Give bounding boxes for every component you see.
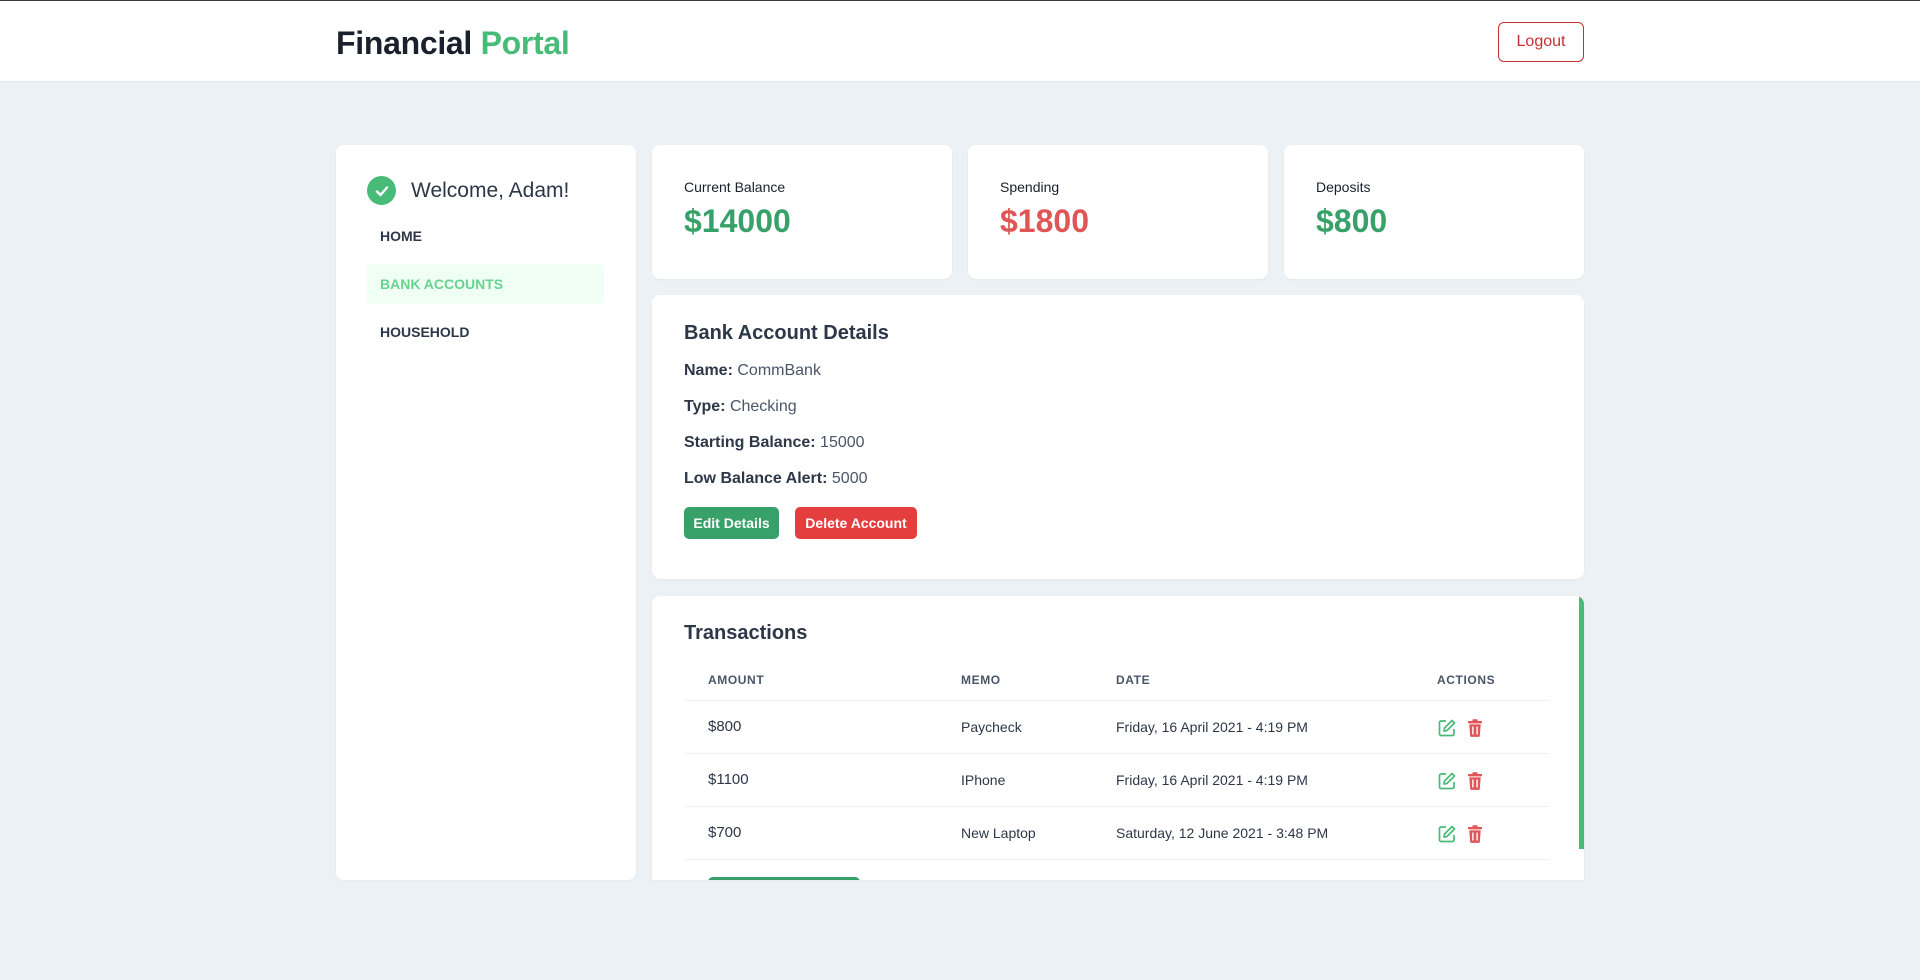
transaction-memo: New Laptop <box>961 825 1036 841</box>
logout-button[interactable]: Logout <box>1498 22 1584 62</box>
section-title: Bank Account Details <box>684 322 889 344</box>
stat-value: $800 <box>1316 203 1388 239</box>
transaction-amount: $1100 <box>708 771 749 788</box>
stat-label: Spending <box>1000 179 1060 195</box>
sidebar-item-home[interactable]: HOME <box>367 216 604 256</box>
bank-account-details-card: Bank Account Details Name: CommBank Type… <box>652 295 1584 579</box>
sidebar-item-household[interactable]: HOUSEHOLD <box>367 312 604 352</box>
transaction-date: Saturday, 12 June 2021 - 3:48 PM <box>1116 825 1329 841</box>
detail-label: Type: <box>684 398 726 415</box>
edit-icon[interactable] <box>1437 771 1457 791</box>
spending-card: Spending $1800 <box>968 145 1268 279</box>
edit-details-button[interactable]: Edit Details <box>684 507 779 539</box>
edit-icon[interactable] <box>1437 824 1457 844</box>
detail-value: CommBank <box>737 362 821 379</box>
brand-title-accent: Portal <box>480 25 570 61</box>
detail-value: 15000 <box>820 434 865 451</box>
detail-type: Type: Checking <box>684 398 797 416</box>
column-header-amount: AMOUNT <box>708 673 765 687</box>
detail-starting-balance: Starting Balance: 15000 <box>684 434 865 452</box>
delete-account-button[interactable]: Delete Account <box>795 507 917 539</box>
current-balance-card: Current Balance $14000 <box>652 145 952 279</box>
edit-icon[interactable] <box>1437 718 1457 738</box>
transaction-memo: IPhone <box>961 772 1006 788</box>
top-navbar: Financial Portal Logout <box>0 0 1920 82</box>
trash-icon[interactable] <box>1465 824 1485 844</box>
section-title: Transactions <box>684 622 808 644</box>
trash-icon[interactable] <box>1465 771 1485 791</box>
stat-value: $1800 <box>1000 203 1089 239</box>
deposits-card: Deposits $800 <box>1284 145 1584 279</box>
trash-icon[interactable] <box>1465 718 1485 738</box>
sidebar: Welcome, Adam! HOME BANK ACCOUNTS HOUSEH… <box>336 145 636 880</box>
table-row: $700 New Laptop Saturday, 12 June 2021 -… <box>684 807 1549 860</box>
detail-value: Checking <box>729 398 797 415</box>
transaction-amount: $800 <box>708 718 742 735</box>
detail-label: Starting Balance: <box>684 434 816 451</box>
add-transaction-button[interactable] <box>708 877 860 880</box>
table-row: $800 Paycheck Friday, 16 April 2021 - 4:… <box>684 701 1549 754</box>
detail-label: Low Balance Alert: <box>684 470 828 487</box>
detail-name: Name: CommBank <box>684 362 821 380</box>
welcome-message: Welcome, Adam! <box>411 178 570 202</box>
detail-low-balance-alert: Low Balance Alert: 5000 <box>684 470 867 488</box>
column-header-date: DATE <box>1116 673 1151 687</box>
detail-label: Name: <box>684 362 733 379</box>
transaction-memo: Paycheck <box>961 719 1022 735</box>
stat-value: $14000 <box>684 203 791 239</box>
transactions-card: Transactions AMOUNT MEMO DATE ACTIONS $8… <box>652 596 1584 880</box>
table-row: $1100 IPhone Friday, 16 April 2021 - 4:1… <box>684 754 1549 807</box>
transaction-amount: $700 <box>708 824 742 841</box>
sidebar-item-bank-accounts[interactable]: BANK ACCOUNTS <box>367 264 604 304</box>
transaction-date: Friday, 16 April 2021 - 4:19 PM <box>1116 719 1308 735</box>
stat-label: Current Balance <box>684 179 786 195</box>
scrollbar[interactable] <box>1579 596 1584 849</box>
brand-title: Financial <box>336 25 473 61</box>
transaction-date: Friday, 16 April 2021 - 4:19 PM <box>1116 772 1308 788</box>
divider <box>684 859 1549 860</box>
check-circle-icon <box>367 176 396 205</box>
column-header-memo: MEMO <box>961 673 1001 687</box>
brand-logo[interactable]: Financial Portal <box>336 25 570 62</box>
column-header-actions: ACTIONS <box>1437 673 1496 687</box>
stat-label: Deposits <box>1316 179 1371 195</box>
detail-value: 5000 <box>831 470 868 487</box>
welcome-banner: Welcome, Adam! <box>367 176 569 205</box>
